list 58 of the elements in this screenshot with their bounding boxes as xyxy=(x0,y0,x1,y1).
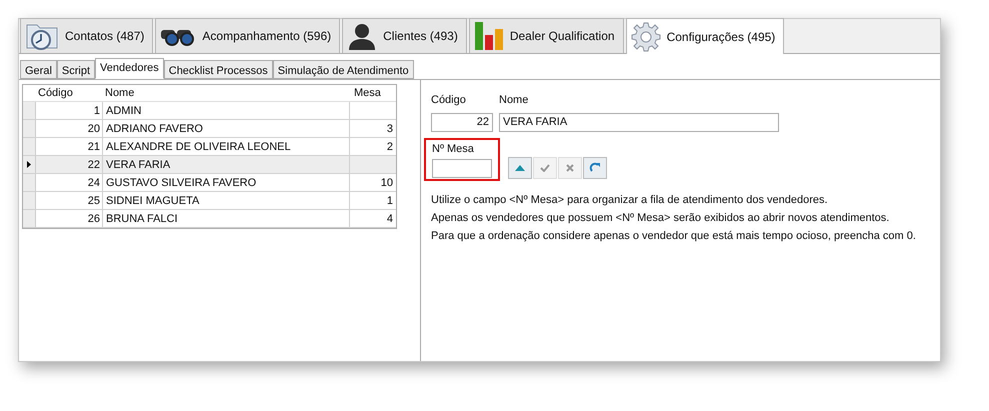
table-cell: VERA FARIA xyxy=(103,156,350,173)
refresh-button[interactable] xyxy=(583,157,607,179)
main-tab[interactable]: Clientes (493) xyxy=(342,18,467,53)
table-cell: 25 xyxy=(36,192,103,209)
person-icon xyxy=(347,22,378,50)
check-icon xyxy=(540,164,550,172)
table-cell: SIDNEI MAGUETA xyxy=(103,192,350,209)
table-cell: BRUNA FALCI xyxy=(103,210,350,227)
code-field[interactable]: 22 xyxy=(431,112,493,132)
table-number-field[interactable] xyxy=(432,159,492,178)
field-label: Código xyxy=(431,93,467,108)
table-cell: 1 xyxy=(36,102,103,119)
table-cell: 20 xyxy=(36,120,103,137)
table-cell: ADRIANO FAVERO xyxy=(103,120,350,137)
main-tab[interactable]: Acompanhamento (596) xyxy=(155,18,340,53)
sub-tab[interactable]: Vendedores xyxy=(95,58,164,79)
table-cell-text: 4 xyxy=(386,212,394,227)
sub-tab[interactable]: Geral xyxy=(20,60,57,79)
table-row[interactable]: 25 SIDNEI MAGUETA 1 xyxy=(23,192,396,210)
table-cell: ALEXANDRE DE OLIVEIRA LEONEL xyxy=(103,138,350,155)
table-row[interactable]: 22 VERA FARIA xyxy=(23,156,396,174)
main-tab[interactable]: Configurações (495) xyxy=(626,18,784,54)
table-row[interactable]: 26 BRUNA FALCI 4 xyxy=(23,210,396,228)
up-button[interactable] xyxy=(508,157,532,179)
help-text: Para que a ordenação considere apenas o vendedor que está mais tempo ocioso, preencha com 0. xyxy=(431,229,917,243)
table-cell-text: 3 xyxy=(386,122,394,137)
help-text: Apenas os vendedores que possuem <Nº Mesa> serão exibidos ao abrir novos atendimentos. xyxy=(431,211,890,225)
column-header: Código xyxy=(37,86,74,101)
table-cell-text: 1 xyxy=(386,194,394,209)
table-cell: ADMIN xyxy=(103,102,350,119)
table-cell: 26 xyxy=(36,210,103,227)
table-cell-text: 10 xyxy=(380,176,394,191)
field-label: Nome xyxy=(499,93,530,108)
table-row[interactable]: 24 GUSTAVO SILVEIRA FAVERO 10 xyxy=(23,174,396,192)
main-tab[interactable]: Dealer Qualification xyxy=(468,18,624,53)
help-text: Utilize o campo <Nº Mesa> para organizar a fila de atendimento dos vendedores. xyxy=(431,193,829,207)
bar-chart-icon xyxy=(474,21,504,51)
table-cell: 24 xyxy=(36,174,103,191)
field-label: Nº Mesa xyxy=(432,142,475,156)
triangle-up-icon xyxy=(515,165,525,171)
refresh-icon xyxy=(589,162,601,174)
sub-tab[interactable]: Simulação de Atendimento xyxy=(272,60,414,79)
sub-tab[interactable]: Script xyxy=(56,60,96,79)
gear-icon xyxy=(630,22,661,52)
table-row[interactable]: 20 ADRIANO FAVERO 3 xyxy=(23,120,396,138)
table-cell-text: 2 xyxy=(386,140,394,155)
table-row[interactable]: 1 ADMIN xyxy=(23,102,396,120)
sub-tab[interactable]: Checklist Processos xyxy=(164,60,273,79)
row-pointer-icon xyxy=(27,161,31,168)
column-header: Mesa xyxy=(353,86,382,101)
main-tab[interactable]: Contatos (487) xyxy=(20,18,154,53)
column-header: Nome xyxy=(104,86,136,101)
table-row[interactable]: 21 ALEXANDRE DE OLIVEIRA LEONEL 2 xyxy=(23,138,396,156)
table-cell: 21 xyxy=(36,138,103,155)
close-icon xyxy=(566,164,574,172)
table-cell: GUSTAVO SILVEIRA FAVERO xyxy=(103,174,350,191)
name-field[interactable]: VERA FARIA xyxy=(499,112,779,132)
table-cell: 22 xyxy=(36,156,103,173)
